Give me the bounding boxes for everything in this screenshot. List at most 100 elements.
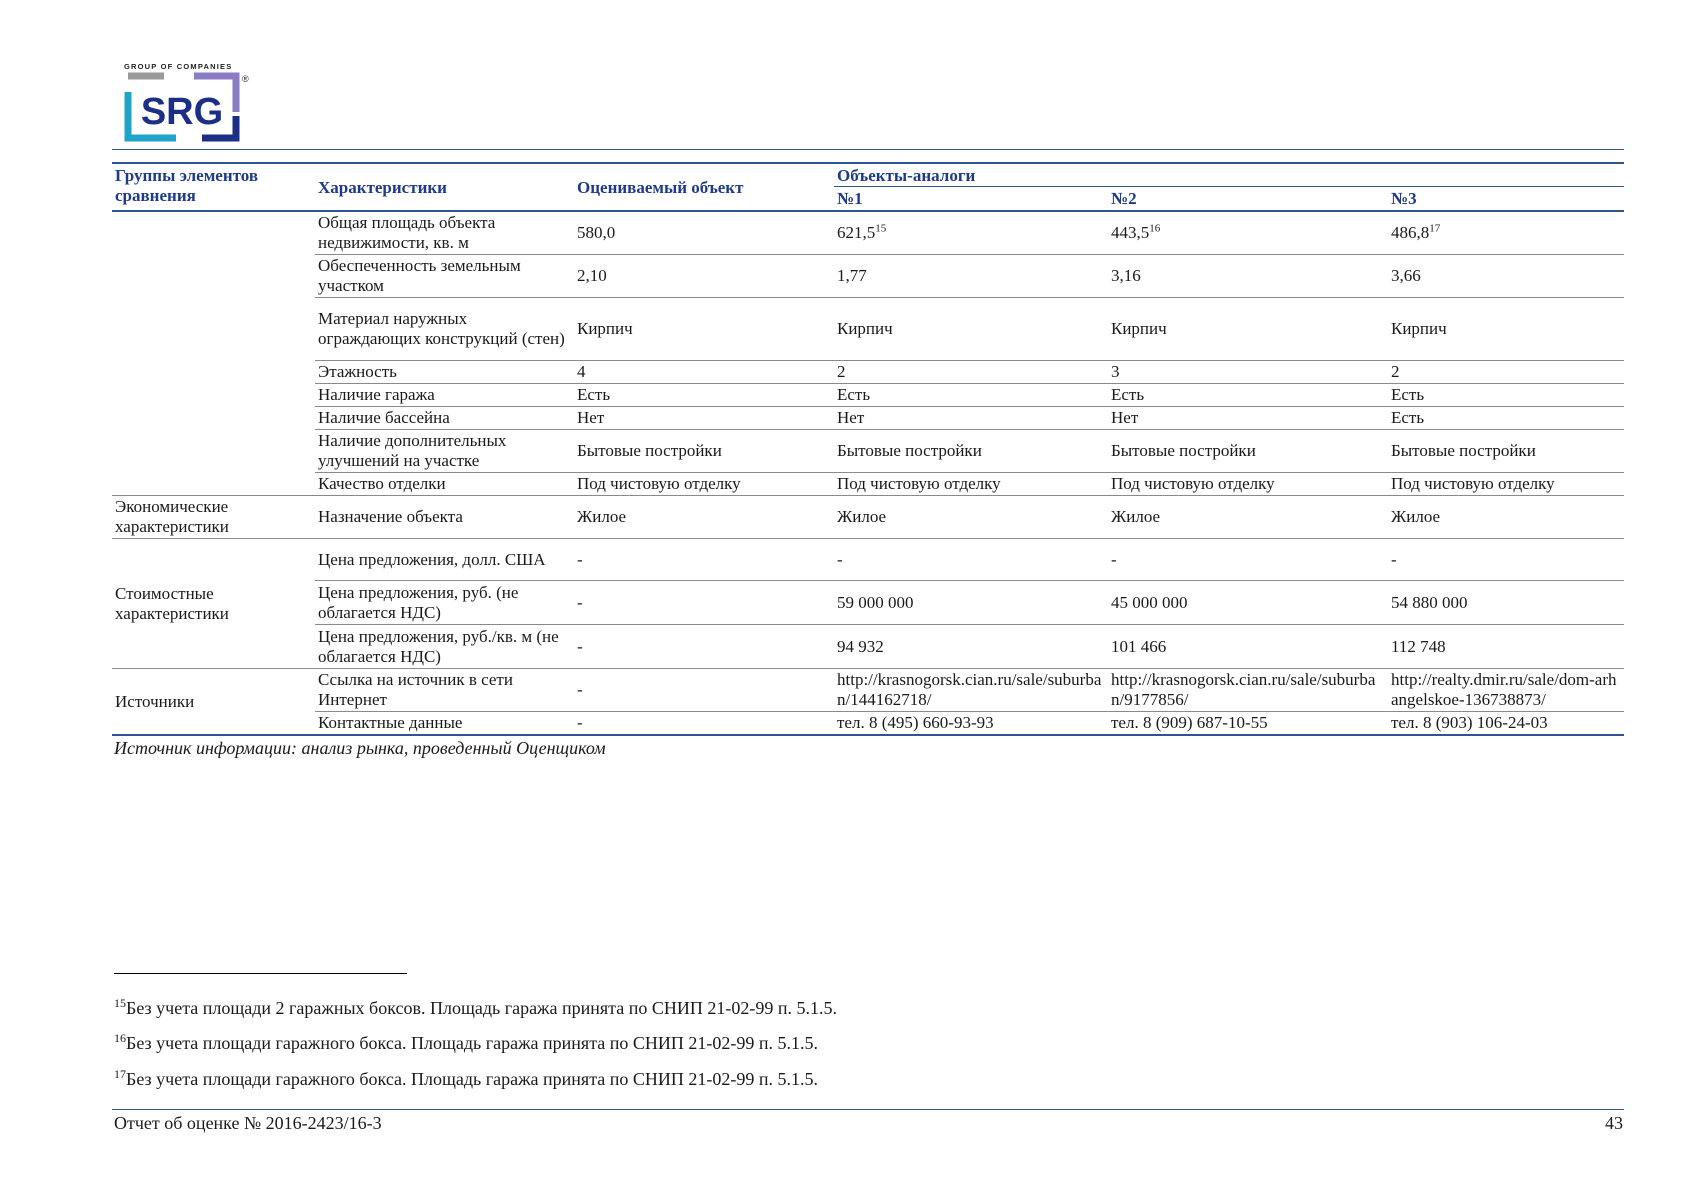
table-header-row: Группы элементов сравнения Характеристик… [112, 162, 1625, 212]
analog-3-value: Жилое [1388, 495, 1625, 539]
header-subject: Оцениваемый объект [574, 162, 834, 212]
analog-3-value: 54 880 000 [1388, 580, 1625, 625]
analog-1-value: тел. 8 (495) 660-93-93 [834, 711, 1108, 736]
header-group: Группы элементов сравнения [112, 162, 315, 212]
analog-1-value: 94 932 [834, 624, 1108, 669]
row-name: Наличие бассейна [315, 406, 574, 430]
footnote-ref: 17 [1429, 222, 1441, 235]
subject-value: Под чистовую отделку [574, 472, 834, 496]
header-analog-1: №1 [834, 186, 1108, 212]
footnote-15: 15Без учета площади 2 гаражных боксов. П… [114, 996, 837, 1018]
footnote-ref: 15 [875, 222, 887, 235]
group-cost: Стоимостные характеристики [112, 538, 315, 669]
subject-value: 2,10 [574, 254, 834, 298]
subject-value: 580,0 [574, 211, 834, 255]
analog-2-link[interactable]: http://krasnogorsk.cian.ru/sale/suburban… [1108, 668, 1388, 712]
subject-value: - [574, 711, 834, 736]
analog-1-value: 59 000 000 [834, 580, 1108, 625]
analog-2-value: Есть [1108, 383, 1388, 407]
row-name: Обеспеченность земельным участком [315, 254, 574, 298]
analog-3-value: Есть [1388, 383, 1625, 407]
analog-1-value: 621,515 [834, 211, 1108, 255]
table-row: Наличие гаража Есть Есть Есть Есть [112, 383, 1625, 407]
subject-value: Нет [574, 406, 834, 430]
row-name: Цена предложения, руб./кв. м (не облагае… [315, 624, 574, 669]
row-name: Контактные данные [315, 711, 574, 736]
row-name: Качество отделки [315, 472, 574, 496]
srg-logo-icon: SRG ® [124, 72, 249, 142]
analog-1-value: Кирпич [834, 297, 1108, 361]
footnote-rule [114, 973, 407, 974]
analog-1-value: 1,77 [834, 254, 1108, 298]
page-number: 43 [1605, 1113, 1623, 1133]
header-rule [112, 149, 1624, 150]
analog-2-value: 3,16 [1108, 254, 1388, 298]
table-row: Экономические характеристики Назначение … [112, 495, 1625, 539]
subject-value: Есть [574, 383, 834, 407]
row-name: Назначение объекта [315, 495, 574, 539]
table-row: Обеспеченность земельным участком 2,10 1… [112, 254, 1625, 298]
analog-3-value: 112 748 [1388, 624, 1625, 669]
analog-2-value: - [1108, 538, 1388, 581]
analog-2-value: Нет [1108, 406, 1388, 430]
analog-3-link[interactable]: http://realty.dmir.ru/sale/dom-arhangels… [1388, 668, 1625, 712]
analog-2-value: Бытовые постройки [1108, 429, 1388, 473]
analog-3-value: Есть [1388, 406, 1625, 430]
table-row: Наличие бассейна Нет Нет Нет Есть [112, 406, 1625, 430]
header-analogs: Объекты-аналоги [834, 162, 1625, 187]
row-name: Цена предложения, руб. (не облагается НД… [315, 580, 574, 625]
analog-1-value: Под чистовую отделку [834, 472, 1108, 496]
analog-3-value: Бытовые постройки [1388, 429, 1625, 473]
analog-3-value: - [1388, 538, 1625, 581]
analog-2-value: Кирпич [1108, 297, 1388, 361]
table-row: Цена предложения, руб./кв. м (не облагае… [112, 624, 1625, 669]
analog-2-value: Под чистовую отделку [1108, 472, 1388, 496]
group-sources: Источники [112, 668, 315, 736]
analog-3-value: 2 [1388, 360, 1625, 384]
subject-value: 4 [574, 360, 834, 384]
subject-value: Кирпич [574, 297, 834, 361]
analog-1-link[interactable]: http://krasnogorsk.cian.ru/sale/suburban… [834, 668, 1108, 712]
analog-3-value: 486,817 [1388, 211, 1625, 255]
analog-3-value: тел. 8 (903) 106-24-03 [1388, 711, 1625, 736]
group-economic: Экономические характеристики [112, 495, 315, 539]
table-row: Стоимостные характеристики Цена предложе… [112, 538, 1625, 669]
report-title: Отчет об оценке № 2016-2423/16-3 [114, 1113, 382, 1133]
analog-2-value: Жилое [1108, 495, 1388, 539]
footnote-17: 17Без учета площади гаражного бокса. Пло… [114, 1067, 819, 1089]
table-row: Наличие дополнительных улучшений на учас… [112, 429, 1625, 473]
logo-caption: GROUP OF COMPANIES [124, 62, 233, 71]
footnote-ref: 16 [1149, 222, 1161, 235]
row-name: Наличие дополнительных улучшений на учас… [315, 429, 574, 473]
table-row: Общая площадь объекта недвижимости, кв. … [112, 211, 1625, 255]
comparison-table: Группы элементов сравнения Характеристик… [112, 162, 1625, 736]
analog-1-value: Есть [834, 383, 1108, 407]
table-row: Качество отделки Под чистовую отделку По… [112, 472, 1625, 496]
group-cell-physical [112, 211, 315, 496]
subject-value: - [574, 580, 834, 625]
row-name: Материал наружных ограждающих конструкци… [315, 297, 574, 361]
analog-1-value: - [834, 538, 1108, 581]
logo-registered-mark: ® [242, 74, 249, 84]
table-row: Контактные данные - тел. 8 (495) 660-93-… [112, 711, 1625, 736]
subject-value: - [574, 538, 834, 581]
analog-2-value: 3 [1108, 360, 1388, 384]
table-row: Этажность 4 2 3 2 [112, 360, 1625, 384]
header-analog-3: №3 [1388, 186, 1625, 212]
header-analog-2: №2 [1108, 186, 1388, 212]
analog-3-value: 3,66 [1388, 254, 1625, 298]
analog-1-value: Жилое [834, 495, 1108, 539]
analog-3-value: Под чистовую отделку [1388, 472, 1625, 496]
analog-1-value: Нет [834, 406, 1108, 430]
row-name: Этажность [315, 360, 574, 384]
table-row: Источники Ссылка на источник в сети Инте… [112, 668, 1625, 736]
row-name: Цена предложения, долл. США [315, 538, 574, 581]
analog-2-value: тел. 8 (909) 687-10-55 [1108, 711, 1388, 736]
subject-value: Бытовые постройки [574, 429, 834, 473]
footnote-16: 16Без учета площади гаражного бокса. Пло… [114, 1031, 819, 1053]
analog-2-value: 443,516 [1108, 211, 1388, 255]
analog-3-value: Кирпич [1388, 297, 1625, 361]
analog-2-value: 101 466 [1108, 624, 1388, 669]
subject-value: - [574, 624, 834, 669]
footer-rule [112, 1109, 1624, 1110]
